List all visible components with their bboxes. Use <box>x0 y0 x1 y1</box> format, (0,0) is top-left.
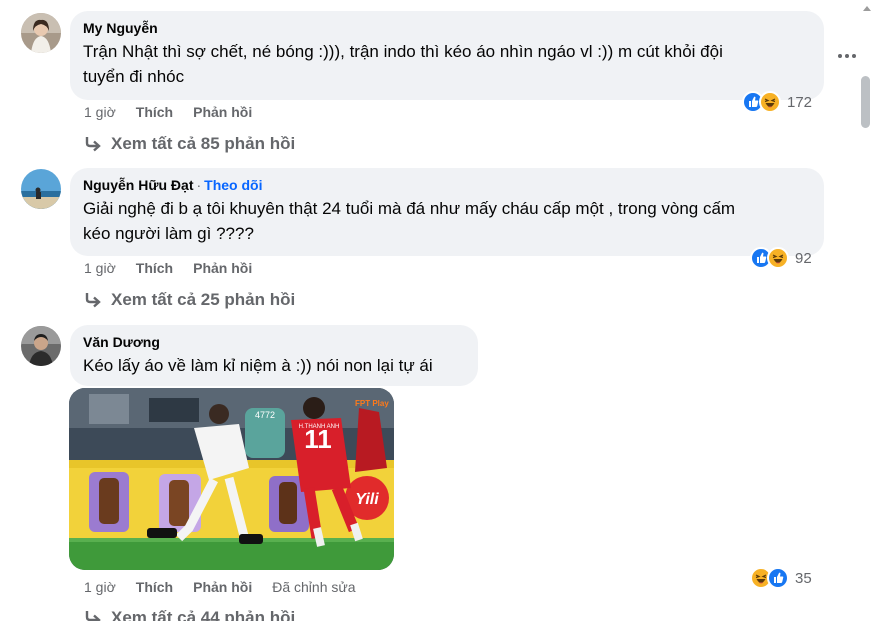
broadcaster-logo: FPT Play <box>355 399 389 408</box>
reply-arrow-icon <box>85 137 101 152</box>
comment-author-line: Nguyễn Hữu Đạt · Theo dõi <box>83 176 812 194</box>
comment-actions: 1 giờ Thích Phản hồi Đã chỉnh sửa <box>84 578 376 596</box>
like-button[interactable]: Thích <box>136 259 173 277</box>
comment-author[interactable]: Nguyễn Hữu Đạt <box>83 177 193 193</box>
comment-actions: 1 giờ Thích Phản hồi <box>84 103 272 121</box>
comment-author[interactable]: Văn Dương <box>83 333 466 351</box>
comment-text-line: tuyển đi nhóc <box>83 67 185 86</box>
reaction-summary[interactable]: 92 <box>750 246 812 270</box>
comment-author[interactable]: My Nguyễn <box>83 19 812 37</box>
comment-my-nguyen: My Nguyễn Trận Nhật thì sợ chết, né bóng… <box>0 0 874 160</box>
view-replies-label: Xem tất cả 44 phản hồi <box>111 608 296 621</box>
reply-button[interactable]: Phản hồi <box>193 103 252 121</box>
avatar[interactable] <box>21 326 61 366</box>
comment-bubble: Nguyễn Hữu Đạt · Theo dõi Giải nghệ đi b ạ… <box>70 168 824 256</box>
view-replies-link[interactable]: Xem tất cả 25 phản hồi <box>84 290 295 310</box>
comment-bubble: Văn Dương Kéo lấy áo về làm kỉ niệm à :)… <box>70 325 478 386</box>
reaction-count: 92 <box>795 249 812 267</box>
view-replies-link[interactable]: Xem tất cả 44 phản hồi <box>84 608 295 621</box>
reaction-count: 172 <box>787 93 813 111</box>
follow-button[interactable]: Theo dõi <box>204 177 262 193</box>
comment-nguyen-huu-dat: Nguyễn Hữu Đạt · Theo dõi Giải nghệ đi b ạ… <box>0 160 874 320</box>
sponsor-logo-text: Yili <box>355 491 379 508</box>
reply-arrow-icon <box>85 611 101 621</box>
jersey-name: H.THANH ANH <box>299 424 340 430</box>
reply-arrow-icon <box>85 293 101 308</box>
comment-text-line: Giải nghệ đi b ạ tôi khuyên thật 24 tuổi… <box>83 199 736 218</box>
like-button[interactable]: Thích <box>136 103 173 121</box>
comment-time[interactable]: 1 giờ <box>84 103 116 121</box>
comment-text-line: Kéo lấy áo về làm kỉ niệm à :)) nói non … <box>83 356 433 375</box>
view-replies-label: Xem tất cả 25 phản hồi <box>111 290 296 309</box>
haha-icon <box>767 247 789 269</box>
avatar[interactable] <box>21 169 61 209</box>
separator-dot: · <box>196 177 202 193</box>
comment-text-line: kéo người làm gì ???? <box>83 224 254 243</box>
reply-button[interactable]: Phản hồi <box>193 578 252 596</box>
comment-text-line: Trận Nhật thì sợ chết, né bóng :))), trậ… <box>83 42 723 61</box>
reaction-summary[interactable]: 35 <box>750 566 812 590</box>
reaction-summary[interactable]: 172 <box>742 90 812 114</box>
edited-label: Đã chỉnh sửa <box>272 579 356 595</box>
comment-time[interactable]: 1 giờ <box>84 578 116 596</box>
haha-icon <box>759 91 781 113</box>
official-number: 4772 <box>255 410 275 420</box>
more-options-icon[interactable] <box>836 47 858 65</box>
comment-actions: 1 giờ Thích Phản hồi <box>84 259 272 277</box>
view-replies-label: Xem tất cả 85 phản hồi <box>111 134 296 153</box>
avatar[interactable] <box>21 13 61 53</box>
reaction-count: 35 <box>795 569 812 587</box>
comment-time[interactable]: 1 giờ <box>84 259 116 277</box>
view-replies-link[interactable]: Xem tất cả 85 phản hồi <box>84 134 295 154</box>
like-button[interactable]: Thích <box>136 578 173 596</box>
comment-bubble: My Nguyễn Trận Nhật thì sợ chết, né bóng… <box>70 11 824 100</box>
reply-button[interactable]: Phản hồi <box>193 259 252 277</box>
comment-attached-image[interactable]: Yili 4772 11 H.THANH ANH FPT Play <box>69 388 394 570</box>
like-icon <box>767 567 789 589</box>
